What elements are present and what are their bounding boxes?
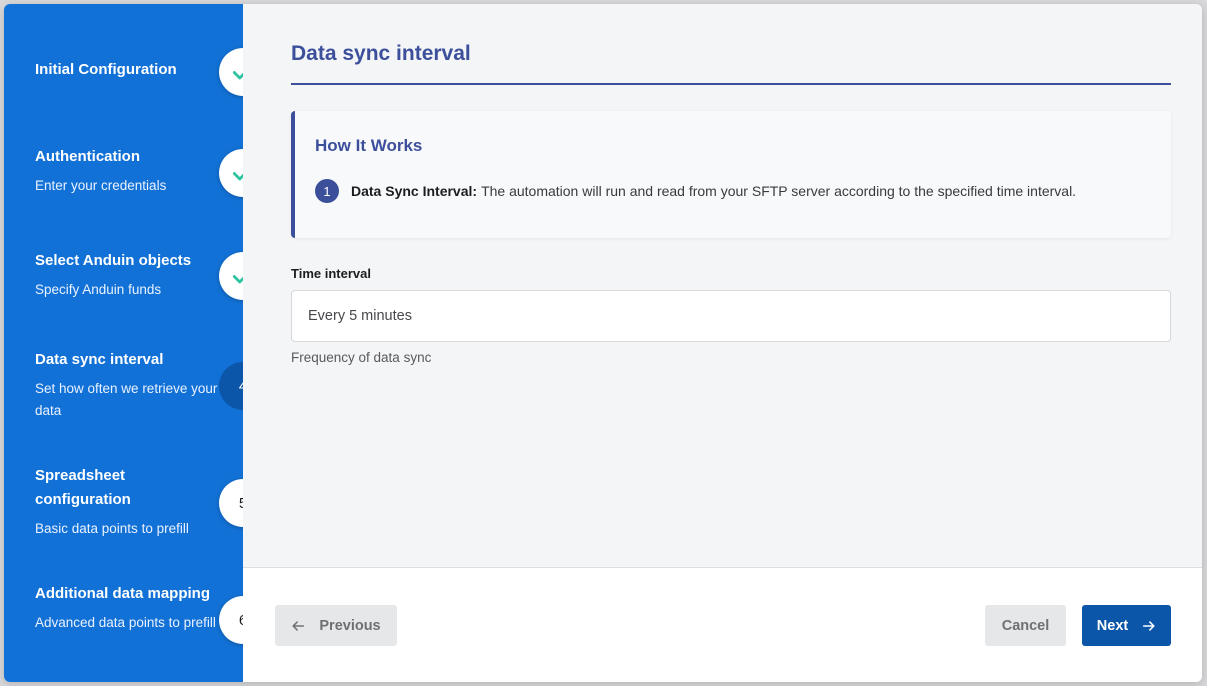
previous-button-label: Previous <box>319 617 381 634</box>
step-data-sync-interval[interactable]: Data sync interval Set how often we retr… <box>35 348 225 422</box>
step-initial-configuration[interactable]: Initial Configuration <box>35 58 225 82</box>
how-it-works-card: How It Works 1 Data Sync Interval: The a… <box>291 111 1171 238</box>
time-interval-label: Time interval <box>291 266 371 281</box>
previous-button[interactable]: Previous <box>275 605 397 646</box>
title-divider <box>291 83 1171 85</box>
time-interval-input[interactable] <box>291 290 1171 342</box>
step-title: Authentication <box>35 148 140 165</box>
arrow-right-icon <box>1143 620 1155 631</box>
step-title: Initial Configuration <box>35 61 177 78</box>
wizard-steps-sidebar: Initial Configuration Authentication Ent… <box>4 4 267 682</box>
step-title: Spreadsheet configuration <box>35 467 131 508</box>
cancel-button[interactable]: Cancel <box>985 605 1066 646</box>
step-subtitle: Specify Anduin funds <box>35 282 162 297</box>
step-additional-data-mapping[interactable]: Additional data mapping Advanced data po… <box>35 582 225 634</box>
next-button[interactable]: Next <box>1082 605 1171 646</box>
item-term: Data Sync Interval: <box>351 183 478 199</box>
item-description: The automation will run and read from yo… <box>481 183 1077 199</box>
arrow-left-icon <box>292 620 305 631</box>
how-it-works-heading: How It Works <box>315 136 423 155</box>
how-it-works-item: 1 Data Sync Interval: The automation wil… <box>315 179 1076 203</box>
page-title: Data sync interval <box>291 42 471 65</box>
step-authentication[interactable]: Authentication Enter your credentials <box>35 145 225 197</box>
step-title: Additional data mapping <box>35 585 210 602</box>
cancel-button-label: Cancel <box>1001 617 1050 634</box>
wizard-footer: Previous Cancel Next <box>243 567 1202 682</box>
step-spreadsheet-configuration[interactable]: Spreadsheet configuration Basic data poi… <box>35 464 225 540</box>
main-content: Data sync interval How It Works 1 Data S… <box>243 4 1202 567</box>
step-title: Data sync interval <box>35 351 164 368</box>
time-interval-help-text: Frequency of data sync <box>291 350 432 365</box>
next-button-label: Next <box>1096 617 1129 634</box>
step-title: Select Anduin objects <box>35 252 192 269</box>
step-select-anduin-objects[interactable]: Select Anduin objects Specify Anduin fun… <box>35 249 225 301</box>
step-subtitle: Enter your credentials <box>35 178 167 193</box>
setup-wizard-dialog: Initial Configuration Authentication Ent… <box>4 4 1202 682</box>
item-number-badge: 1 <box>315 179 339 203</box>
step-subtitle: Basic data points to prefill <box>35 521 189 536</box>
step-subtitle: Set how often we retrieve your data <box>35 381 218 418</box>
step-subtitle: Advanced data points to prefill <box>35 615 216 630</box>
